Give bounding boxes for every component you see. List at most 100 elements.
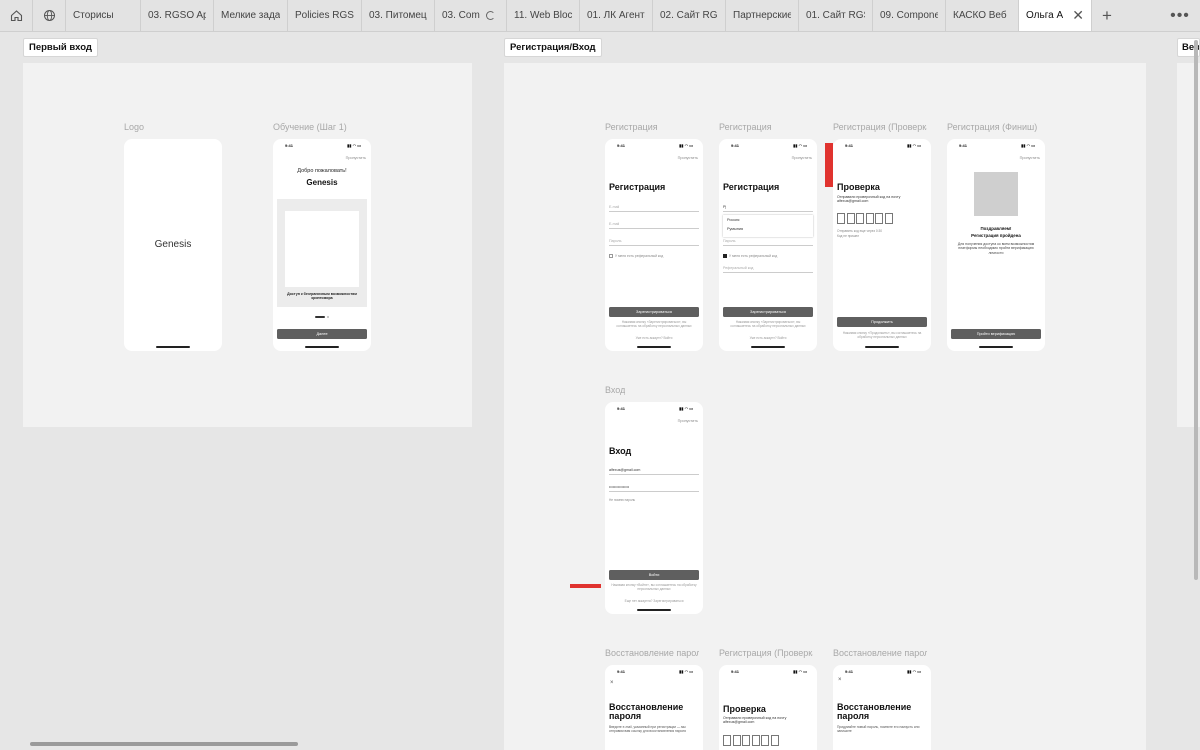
forgot-password-link[interactable]: Не помню пароль	[609, 498, 699, 502]
close-icon[interactable]: ×	[610, 680, 614, 686]
status-bar: 9:41 ▮▮ ◠ ▭	[841, 143, 923, 149]
screen-label-logo: Logo	[124, 122, 145, 132]
checkbox-label: У меня есть реферальный код	[729, 254, 778, 258]
country-input[interactable]: Р|	[723, 201, 813, 212]
tab-partners[interactable]: Партнерские	[726, 0, 799, 31]
password-field[interactable]: Пароль	[609, 235, 699, 246]
tab-web-block[interactable]: 11. Web Block	[507, 0, 580, 31]
tab-label: Сторисы	[73, 10, 114, 21]
loading-spinner-icon	[485, 11, 495, 20]
recover-title: Восстановление пароля	[837, 702, 912, 721]
new-tab-plus-icon[interactable]: +	[1092, 0, 1122, 31]
referral-checkbox[interactable]: У меня есть реферальный код	[609, 254, 663, 258]
resend-timer: Отправить код еще через 0:30	[837, 229, 883, 233]
phone-logo-screen[interactable]: Genesis	[124, 139, 222, 351]
verify-identity-button[interactable]: Пройти верификацию	[951, 329, 1041, 339]
horizontal-scrollbar[interactable]	[30, 742, 298, 746]
frame-label-registration-login[interactable]: Регистрация/Вход	[504, 38, 602, 57]
home-indicator	[637, 609, 671, 611]
continue-button[interactable]: Продолжить	[837, 317, 927, 327]
tab-site-rgs-02[interactable]: 02. Сайт RGS	[653, 0, 726, 31]
code-not-received-link[interactable]: Код не пришел	[837, 234, 927, 238]
skip-link[interactable]: Пропустить	[1020, 156, 1040, 160]
registration-title: Регистрация	[609, 182, 666, 192]
tab-components[interactable]: 09. Components	[873, 0, 946, 31]
email-field-2[interactable]: E-mail	[609, 218, 699, 229]
password-field[interactable]: Пароль	[723, 235, 813, 246]
tab-label: 03. RGSO App	[148, 10, 206, 21]
screen-label-recover1: Восстановление пароля	[605, 648, 699, 658]
signal-battery-icon: ▮▮ ◠ ▭	[907, 143, 921, 148]
skip-link[interactable]: Пропустить	[792, 156, 812, 160]
tab-rgso-app[interactable]: 03. RGSO App	[141, 0, 214, 31]
phone-onboarding-screen[interactable]: 9:41 ▮▮ ◠ ▭ Пропустить Добро пожаловать! …	[273, 139, 371, 351]
home-indicator	[156, 346, 190, 348]
phone-registration-country-screen[interactable]: 9:41 ▮▮ ◠ ▭ Пропустить Регистрация Р| Рос…	[719, 139, 817, 351]
verify-title: Проверка	[837, 182, 880, 192]
phone-finish-screen[interactable]: 9:41 ▮▮ ◠ ▭ Пропустить Поздравляем! Регис…	[947, 139, 1045, 351]
code-input[interactable]	[723, 735, 779, 746]
tab-site-rgs-01[interactable]: 01. Сайт RGS	[799, 0, 873, 31]
tab-label: Партнерские	[733, 10, 791, 21]
phone-recover-verify-screen[interactable]: 9:41 ▮▮ ◠ ▭ Проверка Отправили проверочны…	[719, 665, 817, 750]
register-button[interactable]: Зарегистрироваться	[609, 307, 699, 317]
referral-checkbox[interactable]: У меня есть реферальный код	[723, 254, 777, 258]
tab-stories[interactable]: Сторисы	[66, 0, 141, 31]
recover-desc: Введите e-mail, указанный при регистраци…	[609, 725, 686, 734]
referral-code-field[interactable]: Реферальный код	[723, 262, 813, 273]
more-options-icon[interactable]: •••	[1160, 0, 1200, 31]
tab-small-tasks[interactable]: Мелкие задачи	[214, 0, 288, 31]
signal-battery-icon: ▮▮ ◠ ▭	[679, 669, 693, 674]
tab-olga-active[interactable]: Ольга А ✕	[1019, 0, 1092, 31]
email-field[interactable]: E-mail	[609, 201, 699, 212]
register-button[interactable]: Зарегистрироваться	[723, 307, 813, 317]
checkbox-label: У меня есть реферальный код	[615, 254, 664, 258]
status-time: 9:41	[617, 669, 626, 674]
tab-kasko-web[interactable]: КАСКО Веб	[946, 0, 1019, 31]
recover-title: Восстановление пароля	[609, 702, 684, 721]
home-indicator	[979, 346, 1013, 348]
next-button[interactable]: Далее	[277, 329, 367, 339]
tab-label: КАСКО Веб	[953, 10, 1007, 21]
status-time: 9:41	[731, 669, 740, 674]
home-icon[interactable]	[0, 0, 33, 31]
frame-label-first-entry[interactable]: Первый вход	[23, 38, 98, 57]
phone-verify-screen[interactable]: 9:41 ▮▮ ◠ ▭ Проверка Отправили проверочны…	[833, 139, 931, 351]
skip-link[interactable]: Пропустить	[678, 156, 698, 160]
password-field[interactable]: ••••••••••••••••	[609, 481, 699, 492]
registration-title: Регистрация	[723, 182, 780, 192]
phone-recover-new-password-screen[interactable]: 9:41 ▮▮ ◠ ▭ × Восстановление пароля Приду…	[833, 665, 931, 750]
signal-battery-icon: ▮▮ ◠ ▭	[347, 143, 361, 148]
phone-registration-screen[interactable]: 9:41 ▮▮ ◠ ▭ Пропустить Регистрация E-mail…	[605, 139, 703, 351]
screen-label-onboarding: Обучение (Шаг 1)	[273, 122, 347, 132]
login-button[interactable]: Войти	[609, 570, 699, 580]
tab-pitomec[interactable]: 03. Питомец	[362, 0, 435, 31]
suggestion-item[interactable]: Россия	[723, 215, 813, 222]
signal-battery-icon: ▮▮ ◠ ▭	[793, 143, 807, 148]
login-link[interactable]: Уже есть аккаунт? Войти	[611, 336, 697, 340]
register-link[interactable]: Еще нет аккаунта? Зарегистрироваться	[611, 599, 697, 603]
close-tab-icon[interactable]: ✕	[1072, 7, 1084, 24]
tab-label: Ольга А	[1026, 10, 1064, 21]
close-icon[interactable]: ×	[838, 677, 842, 683]
tab-label: 03. Питомец	[369, 10, 427, 21]
suggestion-item[interactable]: Румыния	[723, 222, 813, 231]
tab-com[interactable]: 03. Com	[435, 0, 507, 31]
skip-link[interactable]: Пропустить	[346, 156, 366, 160]
code-input[interactable]	[837, 213, 893, 224]
signal-battery-icon: ▮▮ ◠ ▭	[1021, 143, 1035, 148]
phone-login-screen[interactable]: 9:41 ▮▮ ◠ ▭ Пропустить Вход alfexus@gmail…	[605, 402, 703, 614]
status-time: 9:41	[845, 143, 854, 148]
legal-text: Нажимая кнопку «Зарегистрироваться», вы …	[616, 320, 692, 328]
vertical-scrollbar[interactable]	[1194, 40, 1198, 580]
tab-policies-rgs[interactable]: Policies RGS	[288, 0, 362, 31]
login-link[interactable]: Уже есть аккаунт? Войти	[725, 336, 811, 340]
tab-lk-agent[interactable]: 01. ЛК Агента	[580, 0, 653, 31]
status-time: 9:41	[617, 406, 626, 411]
status-bar: 9:41 ▮▮ ◠ ▭	[613, 669, 695, 675]
globe-icon[interactable]	[33, 0, 66, 31]
skip-link[interactable]: Пропустить	[678, 419, 698, 423]
email-field[interactable]: alfexus@gmail.com	[609, 464, 699, 475]
phone-recover-screen[interactable]: 9:41 ▮▮ ◠ ▭ × Восстановление пароля Введи…	[605, 665, 703, 750]
tab-label: 01. Сайт RGS	[806, 10, 865, 21]
